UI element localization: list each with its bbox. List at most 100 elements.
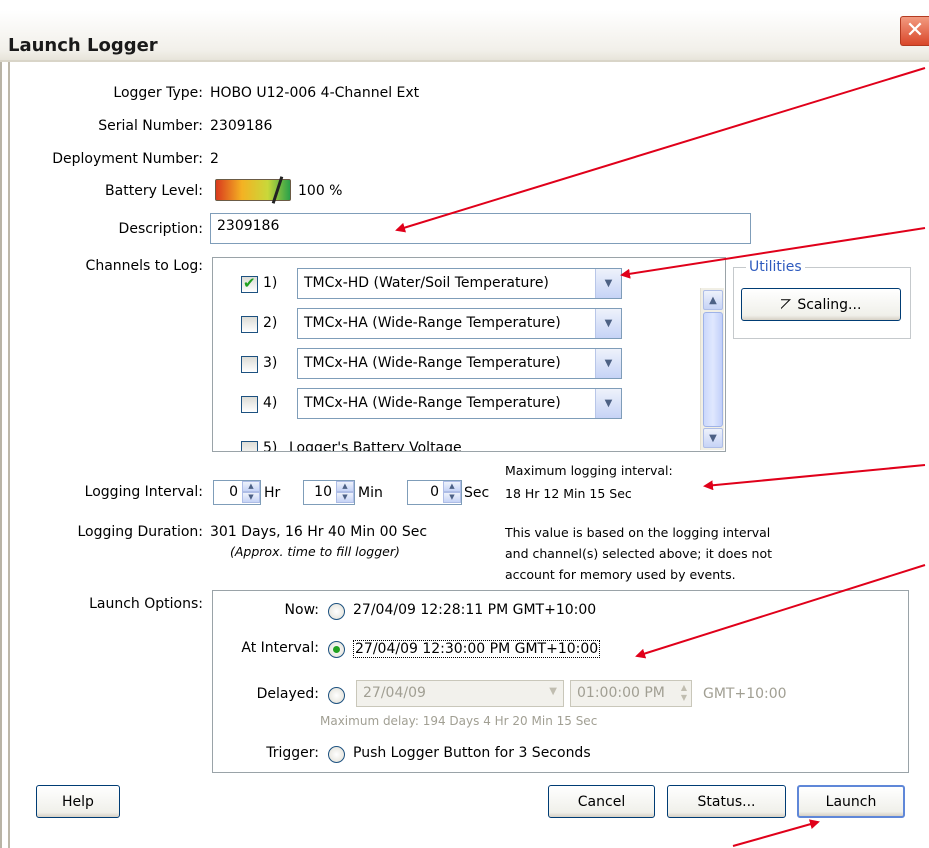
launch-at-interval-value: 27/04/09 12:30:00 PM GMT+10:00 xyxy=(353,640,601,658)
logging-duration-value: 301 Days, 16 Hr 40 Min 00 Sec xyxy=(210,524,428,540)
description-input-value: 2309186 xyxy=(217,218,280,234)
channel-1-sensor-value: TMCx-HD (Water/Soil Temperature) xyxy=(304,275,549,291)
help-button[interactable]: Help xyxy=(36,785,120,818)
max-delay-note: Maximum delay: 194 Days 4 Hr 20 Min 15 S… xyxy=(320,714,598,728)
launch-now-radio[interactable] xyxy=(328,603,345,620)
launch-delayed-radio[interactable] xyxy=(328,687,345,704)
chevron-down-icon: ▼ xyxy=(549,686,557,697)
interval-minutes-spinner[interactable]: 10 ▲ ▼ xyxy=(303,480,355,505)
channel-2-sensor-select[interactable]: TMCx-HA (Wide-Range Temperature) ▼ xyxy=(297,308,622,339)
spin-down-icon[interactable]: ▼ xyxy=(443,492,461,503)
launch-delayed-label: Delayed: xyxy=(256,686,319,702)
channel-4-number: 4) xyxy=(263,395,278,411)
logging-interval-label: Logging Interval: xyxy=(84,484,203,500)
chevron-down-icon: ▼ xyxy=(604,358,613,369)
delayed-date-select[interactable]: 27/04/09 ▼ xyxy=(356,680,564,707)
chevron-down-icon: ▼ xyxy=(604,278,613,289)
channel-3-checkbox[interactable] xyxy=(241,356,258,373)
interval-hours-value: 0 xyxy=(229,484,238,500)
battery-gauge-icon xyxy=(215,179,291,201)
delayed-date-value: 27/04/09 xyxy=(363,685,426,701)
deployment-number-value: 2 xyxy=(210,151,219,167)
channel-2-checkbox[interactable] xyxy=(241,316,258,333)
close-button[interactable]: ✕ xyxy=(900,16,929,46)
spin-down-icon[interactable]: ▼ xyxy=(242,492,260,503)
duration-hint: (Approx. time to fill logger) xyxy=(230,544,400,559)
max-interval-value: 18 Hr 12 Min 15 Sec xyxy=(505,486,632,501)
delayed-timezone: GMT+10:00 xyxy=(703,686,787,702)
launch-trigger-value: Push Logger Button for 3 Seconds xyxy=(353,745,591,761)
logging-duration-label: Logging Duration: xyxy=(77,524,203,540)
channel-4-sensor-select[interactable]: TMCx-HA (Wide-Range Temperature) ▼ xyxy=(297,388,622,419)
channel-1-sensor-select[interactable]: TMCx-HD (Water/Soil Temperature) ▼ xyxy=(297,268,622,299)
interval-seconds-value: 0 xyxy=(430,484,439,500)
channel-4-sensor-value: TMCx-HA (Wide-Range Temperature) xyxy=(304,395,561,411)
duration-note-line2: and channel(s) selected above; it does n… xyxy=(505,546,773,561)
channel-1-checkbox[interactable] xyxy=(241,274,258,293)
help-button-label: Help xyxy=(62,793,94,810)
channel-3-sensor-value: TMCx-HA (Wide-Range Temperature) xyxy=(304,355,561,371)
launch-trigger-label: Trigger: xyxy=(266,745,319,761)
utilities-title: Utilities xyxy=(746,259,805,275)
chevron-down-icon: ▼ xyxy=(604,398,613,409)
duration-note-line3: account for memory used by events. xyxy=(505,567,736,582)
channel-1-dropdown-button[interactable]: ▼ xyxy=(595,269,621,298)
window-title: Launch Logger xyxy=(8,35,158,56)
interval-seconds-spinner[interactable]: 0 ▲ ▼ xyxy=(407,480,462,505)
seconds-spin-buttons[interactable]: ▲ ▼ xyxy=(443,481,461,504)
interval-minutes-value: 10 xyxy=(314,484,332,500)
chevron-down-icon: ▼ xyxy=(709,432,717,444)
status-button-label: Status... xyxy=(697,793,756,810)
close-icon: ✕ xyxy=(905,18,925,43)
launch-trigger-radio[interactable] xyxy=(328,746,345,763)
spin-up-icon[interactable]: ▲ xyxy=(242,481,260,492)
launch-at-interval-label: At Interval: xyxy=(241,640,319,656)
spin-up-icon[interactable]: ▲ xyxy=(443,481,461,492)
logger-type-label: Logger Type: xyxy=(113,85,203,101)
channel-5-number: 5) xyxy=(263,440,278,452)
title-bar: Launch Logger xyxy=(0,10,929,62)
cancel-button-label: Cancel xyxy=(577,793,626,810)
seconds-unit: Sec xyxy=(464,485,490,501)
channels-list: 1) TMCx-HD (Water/Soil Temperature) ▼ 2)… xyxy=(212,257,726,452)
minutes-spin-buttons[interactable]: ▲ ▼ xyxy=(336,481,354,504)
deployment-number-label: Deployment Number: xyxy=(52,151,203,167)
description-input[interactable]: 2309186 xyxy=(210,213,751,244)
launch-options-label: Launch Options: xyxy=(89,596,203,612)
launch-now-value: 27/04/09 12:28:11 PM GMT+10:00 xyxy=(353,602,597,618)
channel-3-sensor-select[interactable]: TMCx-HA (Wide-Range Temperature) ▼ xyxy=(297,348,622,379)
channel-2-sensor-value: TMCx-HA (Wide-Range Temperature) xyxy=(304,315,561,331)
channels-scrollbar[interactable]: ▲ ▼ xyxy=(700,288,724,450)
launch-button[interactable]: Launch xyxy=(797,785,905,818)
channel-2-number: 2) xyxy=(263,315,278,331)
channel-4-dropdown-button[interactable]: ▼ xyxy=(595,389,621,418)
channel-4-checkbox[interactable] xyxy=(241,396,258,413)
status-button[interactable]: Status... xyxy=(667,785,786,818)
spin-down-icon[interactable]: ▼ xyxy=(336,492,354,503)
cancel-button[interactable]: Cancel xyxy=(548,785,655,818)
duration-note-line1: This value is based on the logging inter… xyxy=(505,525,771,540)
battery-level-label: Battery Level: xyxy=(105,183,203,199)
launch-now-label: Now: xyxy=(284,602,319,618)
minutes-unit: Min xyxy=(358,485,383,501)
launch-at-interval-radio[interactable] xyxy=(328,641,345,658)
scaling-icon: ⦢ xyxy=(780,296,792,313)
chevron-up-icon: ▲ xyxy=(709,294,717,306)
scaling-button[interactable]: ⦢ Scaling... xyxy=(741,288,901,321)
launch-button-label: Launch xyxy=(825,793,877,810)
scroll-thumb[interactable] xyxy=(703,312,723,427)
hours-spin-buttons[interactable]: ▲ ▼ xyxy=(242,481,260,504)
channel-3-number: 3) xyxy=(263,355,278,371)
channel-2-dropdown-button[interactable]: ▼ xyxy=(595,309,621,338)
max-interval-label: Maximum logging interval: xyxy=(505,463,673,478)
scaling-button-label: Scaling... xyxy=(797,296,862,313)
chevron-down-icon: ▼ xyxy=(604,318,613,329)
spin-up-icon[interactable]: ▲ xyxy=(336,481,354,492)
delayed-time-spinner[interactable]: 01:00:00 PM ▲ ▼ xyxy=(570,680,692,707)
scroll-up-button[interactable]: ▲ xyxy=(703,290,723,310)
channel-5-checkbox[interactable] xyxy=(241,441,258,451)
channel-3-dropdown-button[interactable]: ▼ xyxy=(595,349,621,378)
channel-1-number: 1) xyxy=(263,275,278,291)
scroll-down-button[interactable]: ▼ xyxy=(703,428,723,448)
interval-hours-spinner[interactable]: 0 ▲ ▼ xyxy=(213,480,261,505)
